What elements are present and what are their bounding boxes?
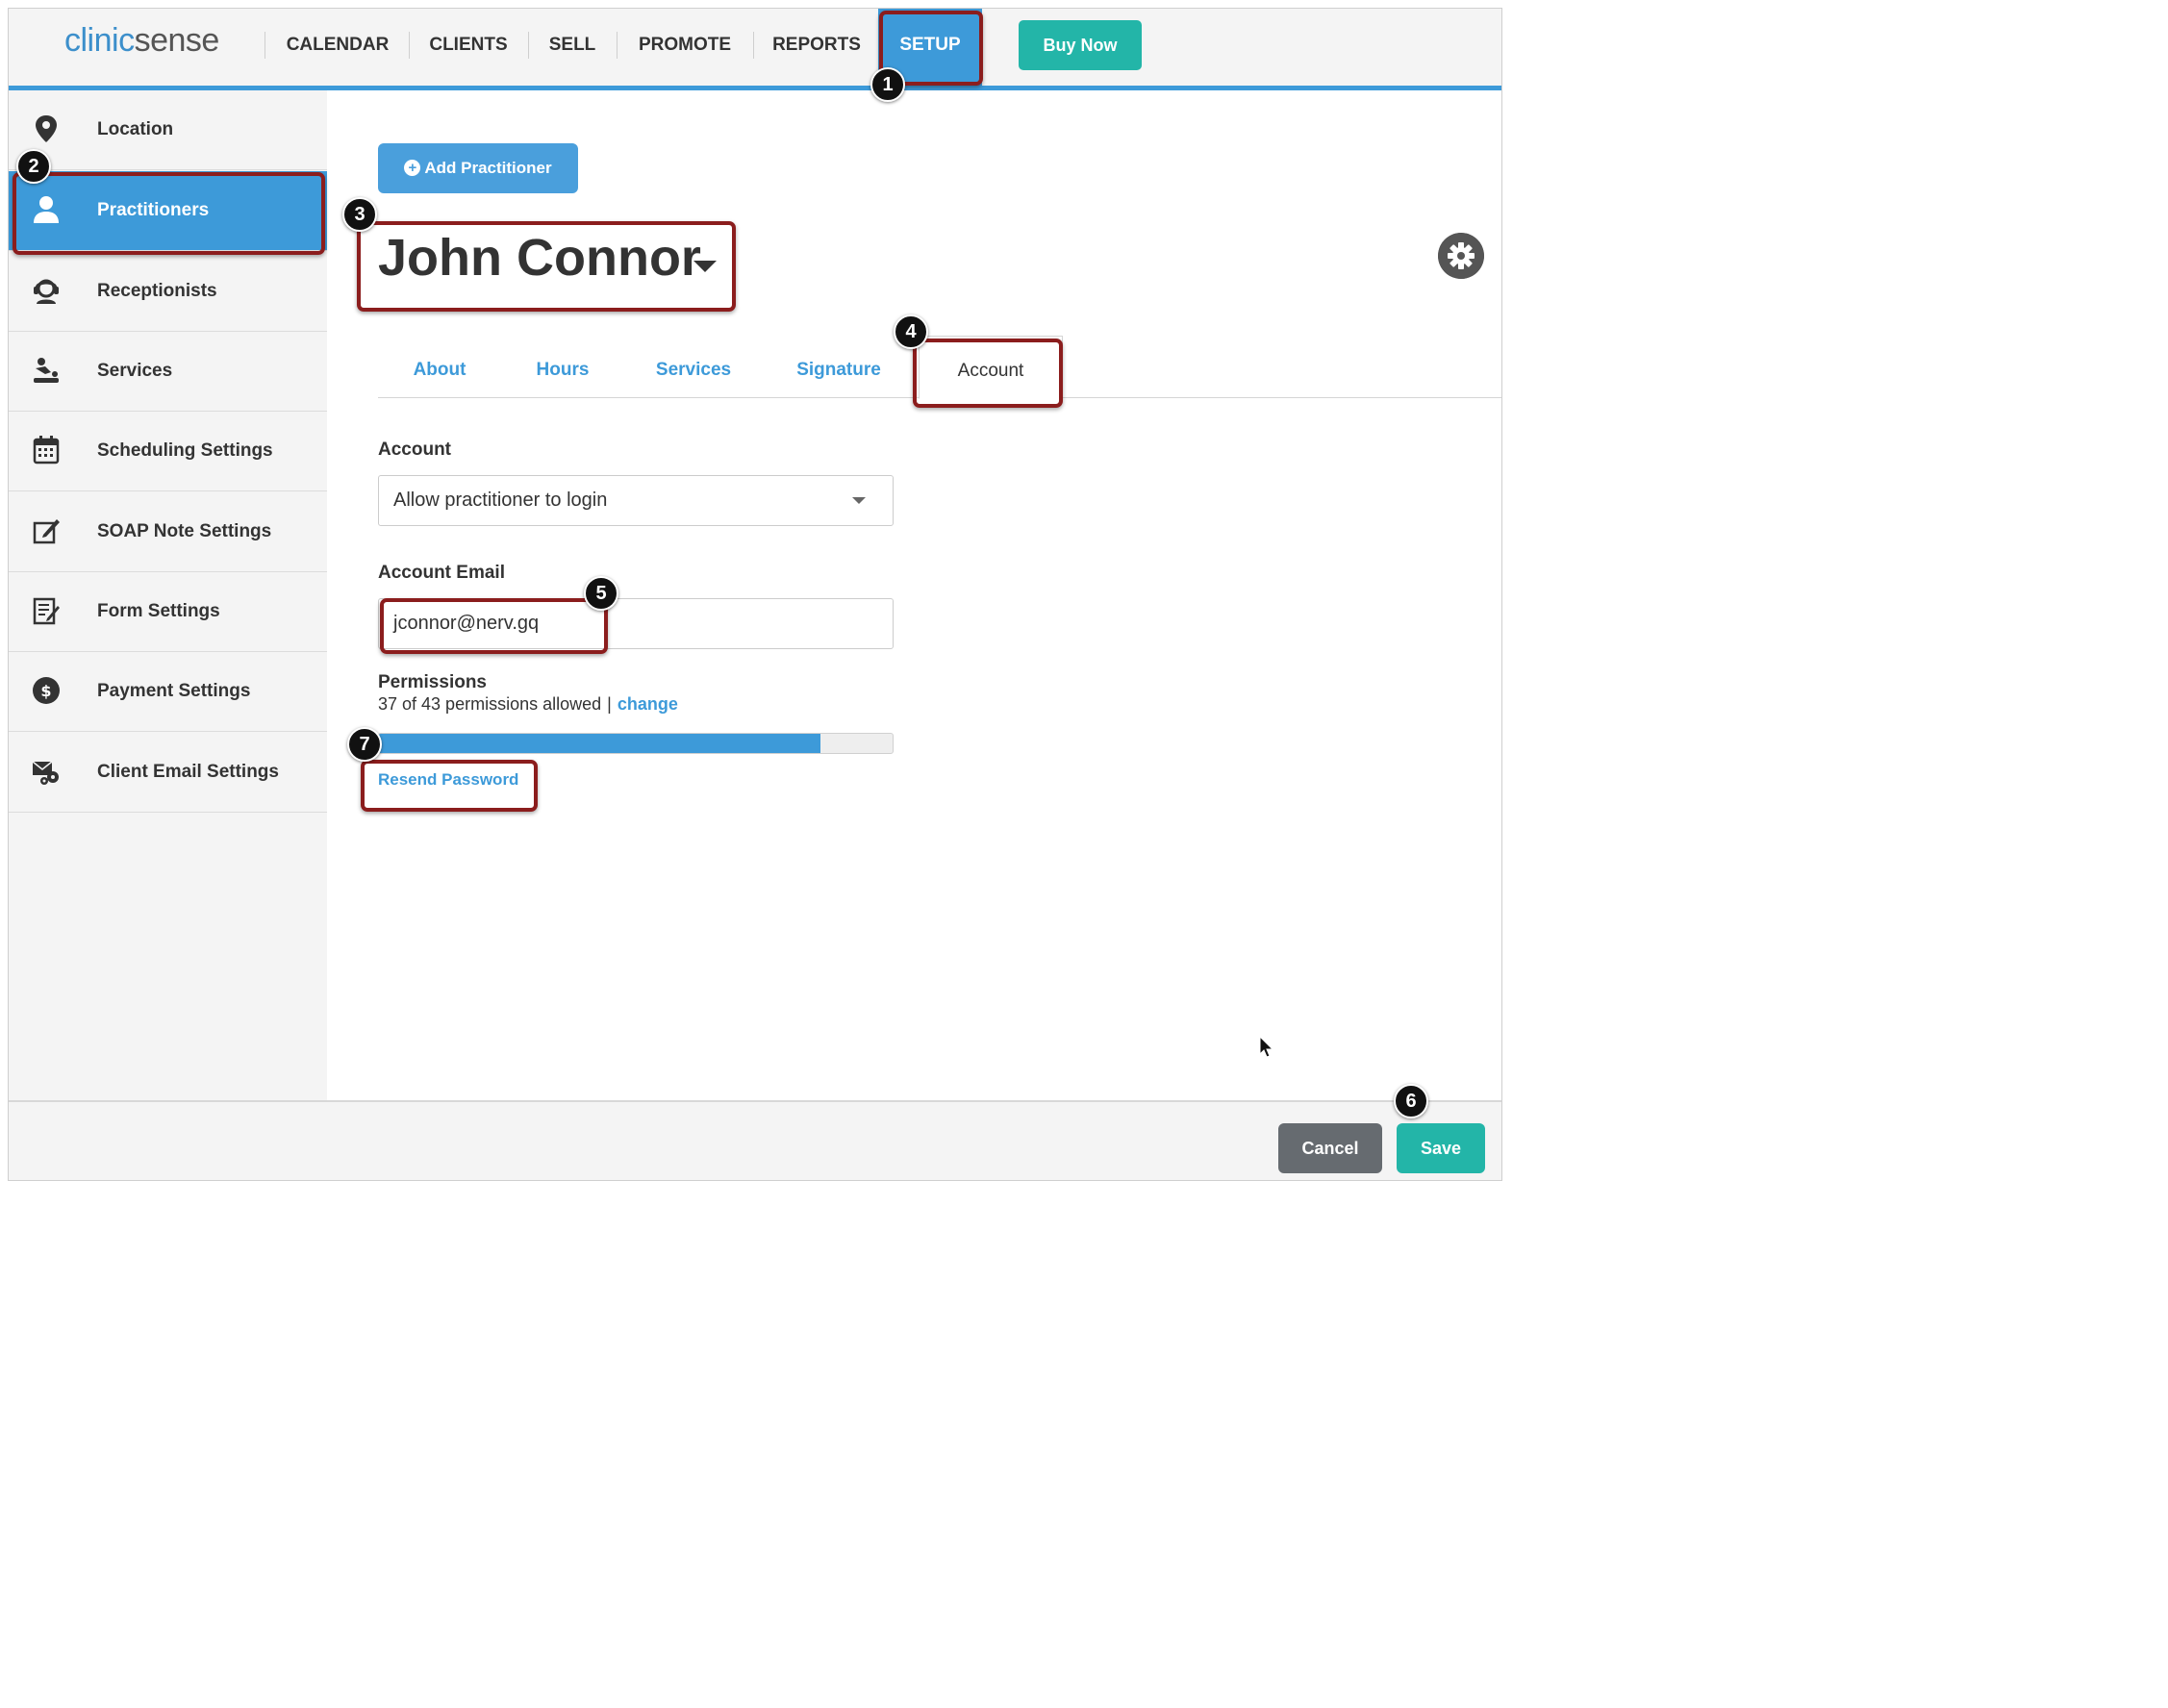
step-badge-7: 7 <box>347 727 382 762</box>
nav-sell[interactable]: SELL <box>542 9 603 86</box>
sidebar-item-soap-note-settings[interactable]: SOAP Note Settings <box>9 492 327 572</box>
add-practitioner-label: Add Practitioner <box>424 159 552 177</box>
sidebar-item-label: Location <box>97 119 174 139</box>
highlight-resend-password <box>361 760 538 812</box>
sidebar-item-label: Receptionists <box>97 281 217 301</box>
logo-text-sense: sense <box>134 22 220 59</box>
nav-calendar[interactable]: CALENDAR <box>280 9 395 86</box>
plus-circle-icon: + <box>404 160 421 176</box>
nav-divider <box>528 32 529 59</box>
permissions-separator: | <box>607 694 612 714</box>
step-badge-4: 4 <box>894 314 928 349</box>
account-select[interactable]: Allow practitioner to login <box>378 475 894 526</box>
cancel-button[interactable]: Cancel <box>1278 1123 1382 1173</box>
sidebar-item-location[interactable]: Location <box>9 90 327 170</box>
sidebar-item-payment-settings[interactable]: $ Payment Settings <box>9 652 327 732</box>
app-window: clinicsense CALENDAR CLIENTS SELL PROMOT… <box>8 8 1502 1181</box>
sidebar-item-label: Form Settings <box>97 601 220 621</box>
sidebar-item-services[interactable]: Services <box>9 332 327 412</box>
clinicsense-logo[interactable]: clinicsense <box>64 22 219 60</box>
sidebar-item-receptionists[interactable]: Receptionists <box>9 252 327 332</box>
nav-clients[interactable]: CLIENTS <box>422 9 515 86</box>
tab-signature[interactable]: Signature <box>786 336 892 397</box>
sidebar-item-label: Payment Settings <box>97 681 251 701</box>
sidebar-item-form-settings[interactable]: Form Settings <box>9 572 327 652</box>
add-practitioner-button[interactable]: + Add Practitioner <box>378 143 578 193</box>
form-icon <box>33 597 60 625</box>
email-settings-icon <box>32 761 59 785</box>
permissions-change-link[interactable]: change <box>618 694 678 714</box>
tab-services[interactable]: Services <box>645 336 742 397</box>
gear-icon[interactable] <box>1438 233 1484 279</box>
sidebar-item-label: Client Email Settings <box>97 762 279 782</box>
nav-divider <box>617 32 618 59</box>
step-badge-6: 6 <box>1394 1084 1428 1118</box>
mouse-cursor-icon <box>1259 1036 1274 1058</box>
account-label: Account <box>378 440 451 460</box>
account-email-label: Account Email <box>378 563 505 583</box>
nav-reports[interactable]: REPORTS <box>767 9 867 86</box>
logo-text-clinic: clinic <box>64 22 135 59</box>
highlight-practitioners <box>13 172 325 255</box>
permissions-label: Permissions <box>378 672 487 692</box>
calendar-icon <box>33 436 60 465</box>
sidebar-item-label: Scheduling Settings <box>97 440 273 461</box>
tab-hours[interactable]: Hours <box>520 336 605 397</box>
footer-bar: Cancel Save <box>9 1100 1501 1180</box>
sidebar-item-client-email-settings[interactable]: Client Email Settings <box>9 733 327 813</box>
step-badge-2: 2 <box>16 149 51 184</box>
save-button[interactable]: Save <box>1397 1123 1485 1173</box>
highlight-account-tab <box>913 339 1063 408</box>
tab-about[interactable]: About <box>393 336 486 397</box>
sidebar-item-scheduling-settings[interactable]: Scheduling Settings <box>9 412 327 491</box>
highlight-email <box>380 598 608 654</box>
nav-promote[interactable]: PROMOTE <box>630 9 740 86</box>
step-badge-5: 5 <box>584 576 618 611</box>
sidebar-item-label: Services <box>97 361 173 381</box>
map-pin-icon <box>36 115 57 142</box>
permissions-count: 37 of 43 permissions allowed <box>378 694 602 714</box>
sidebar-item-label: SOAP Note Settings <box>97 521 272 541</box>
top-navigation: clinicsense CALENDAR CLIENTS SELL PROMOT… <box>9 9 1501 86</box>
dropdown-arrow-icon <box>852 497 866 504</box>
highlight-practitioner-name <box>357 221 736 312</box>
headset-icon <box>34 279 59 304</box>
step-badge-1: 1 <box>870 67 905 102</box>
edit-icon <box>33 519 60 544</box>
step-badge-3: 3 <box>342 197 377 232</box>
dollar-icon: $ <box>33 677 60 704</box>
account-select-value: Allow practitioner to login <box>393 490 608 511</box>
permissions-summary: 37 of 43 permissions allowed | change <box>378 694 678 715</box>
buy-now-button[interactable]: Buy Now <box>1019 20 1142 70</box>
permissions-progress-fill <box>379 734 821 753</box>
nav-divider <box>753 32 754 59</box>
permissions-progress-bar <box>378 733 894 754</box>
massage-icon <box>34 358 59 383</box>
nav-divider <box>409 32 410 59</box>
svg-text:$: $ <box>40 682 51 700</box>
